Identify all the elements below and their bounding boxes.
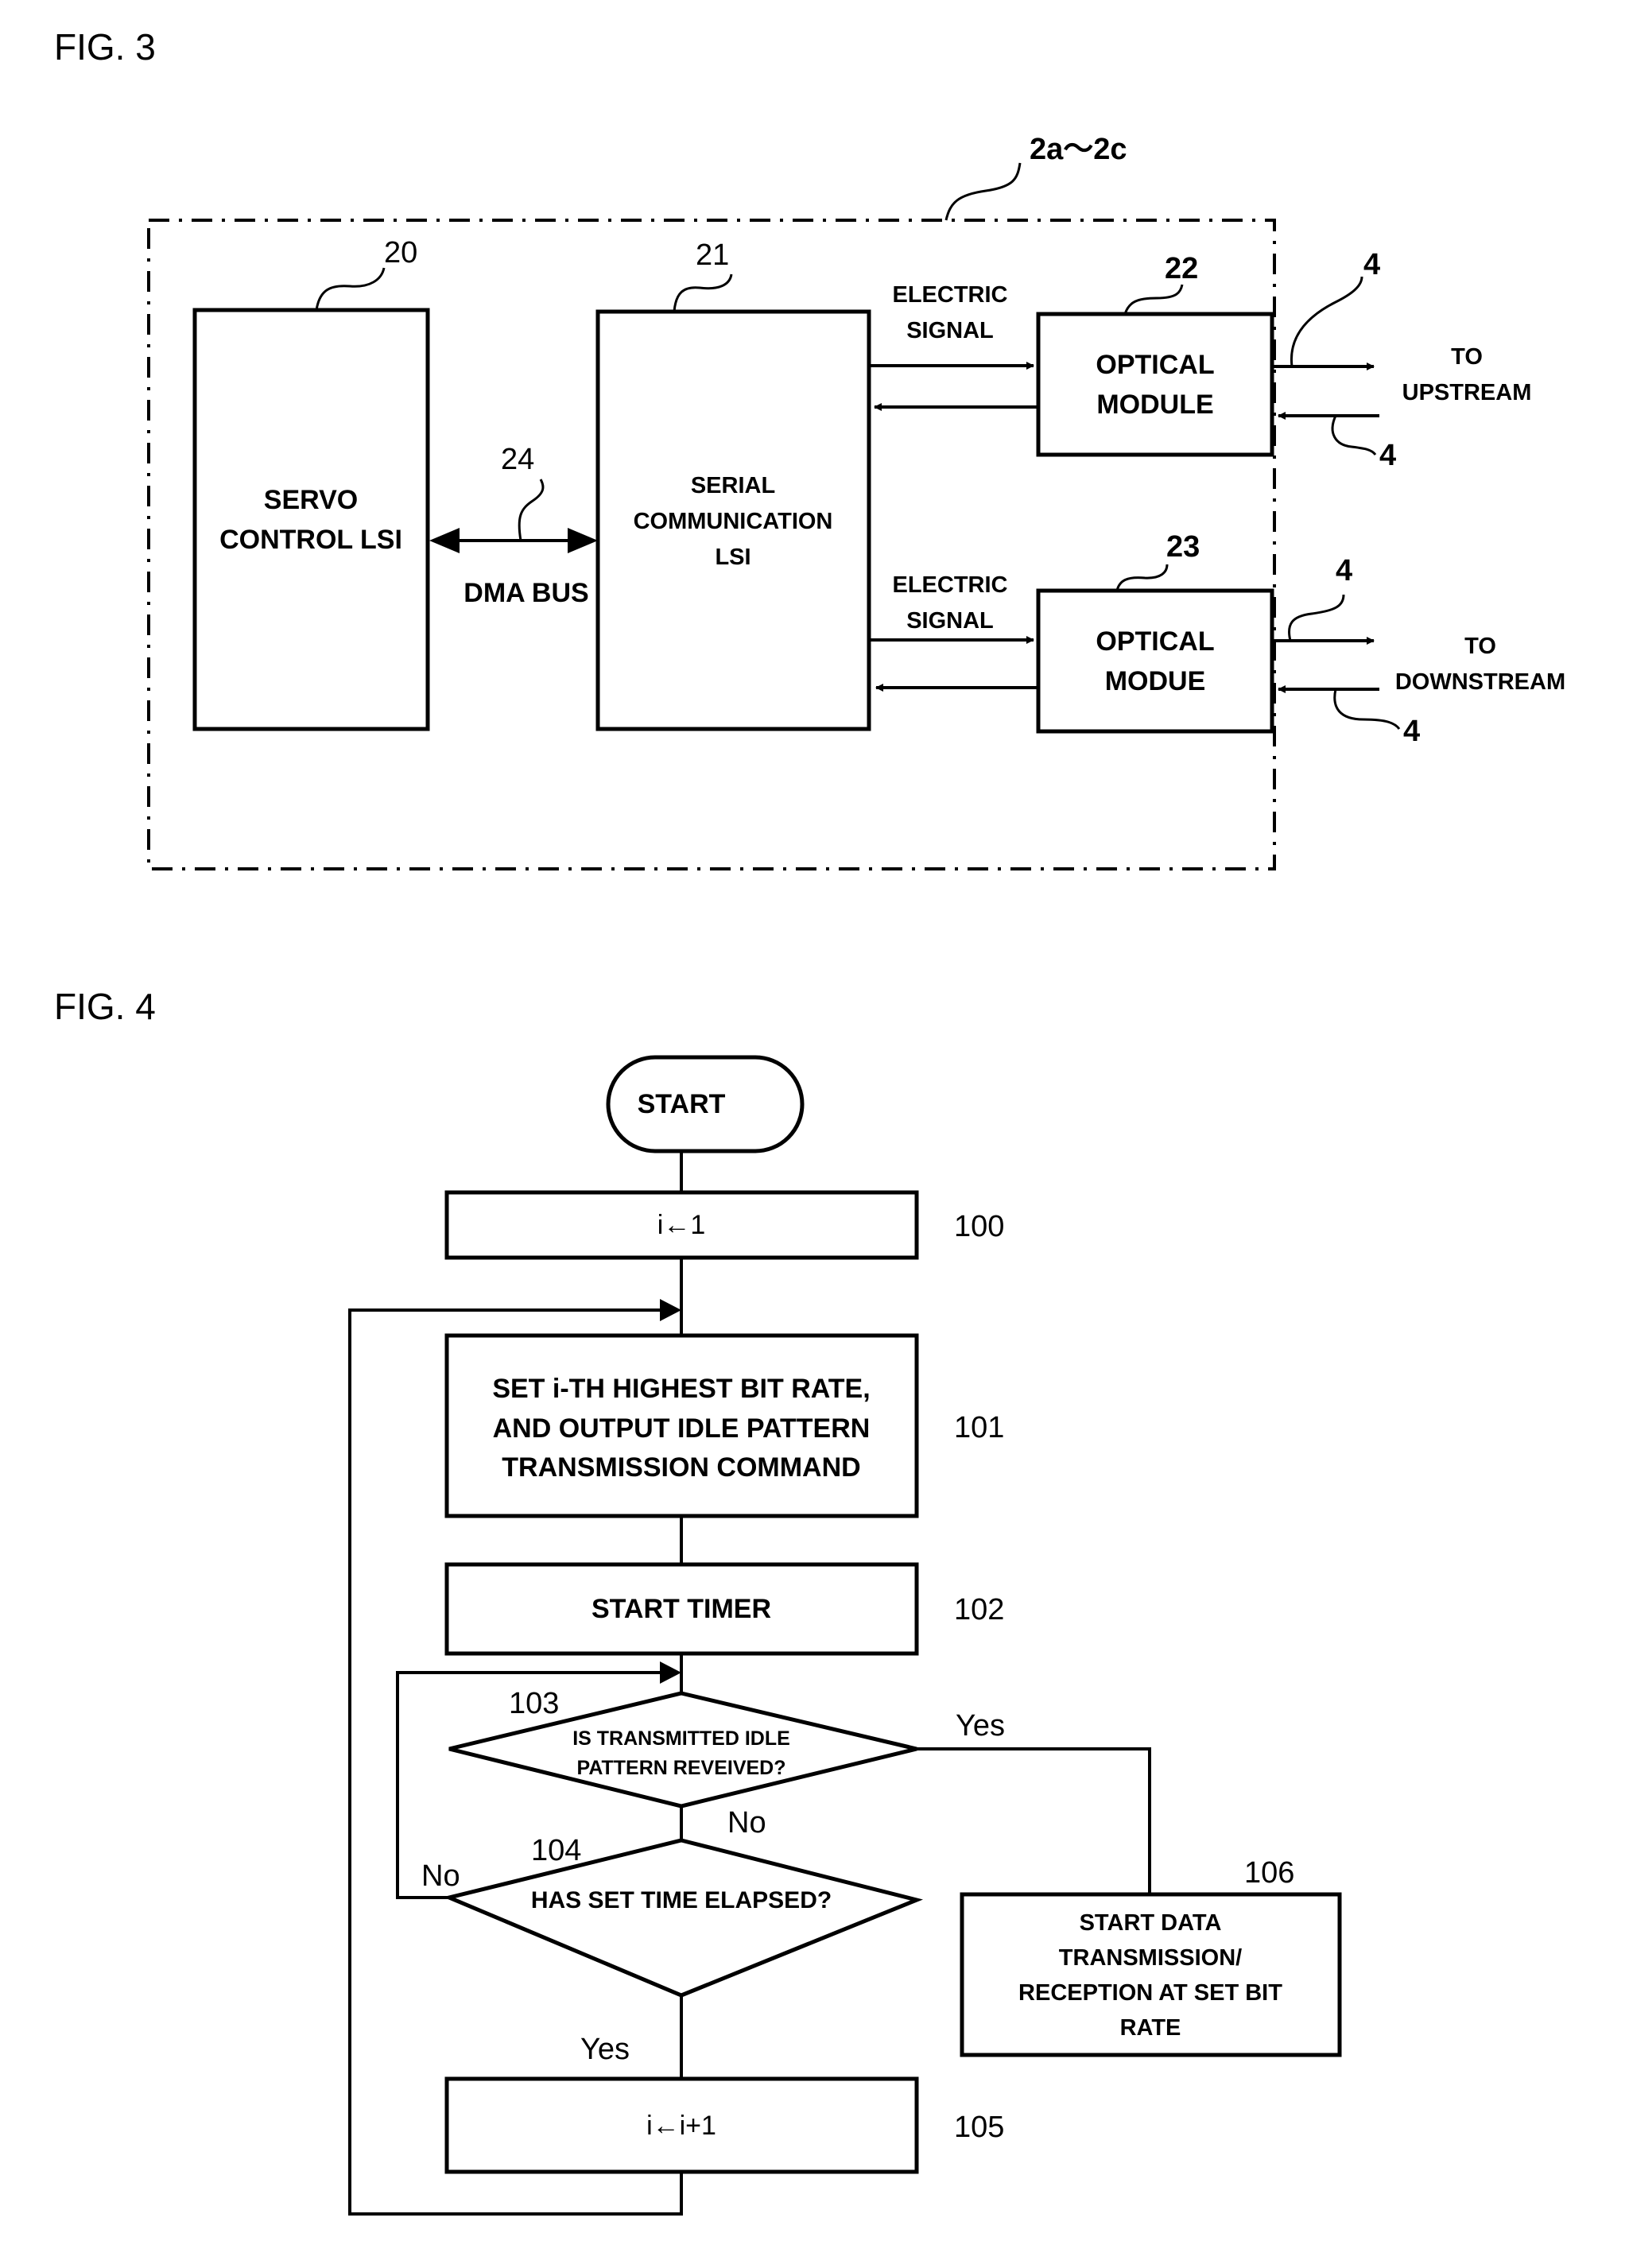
signal-up-label-line1: ELECTRIC <box>893 282 1008 308</box>
loop-arrow-103-icon <box>660 1661 681 1684</box>
decision-103-line2: PATTERN REVEIVED? <box>577 1757 786 1779</box>
step-102-ref: 102 <box>954 1593 1004 1626</box>
fiber-down-out-ref: 4 <box>1336 554 1352 587</box>
step-106-line1: START DATA <box>1080 1910 1222 1936</box>
fiber-up-out-ref: 4 <box>1363 248 1380 281</box>
step-101-ref: 101 <box>954 1411 1004 1444</box>
step-102-text: START TIMER <box>591 1594 771 1624</box>
serial-leader-line <box>673 273 733 312</box>
step-101-line3: TRANSMISSION COMMAND <box>502 1452 860 1483</box>
downstream-label-line1: TO <box>1464 634 1496 659</box>
decision-104-text: HAS SET TIME ELAPSED? <box>531 1887 832 1913</box>
optical-up-label-line2: MODULE <box>1096 390 1213 420</box>
decision-103-ref: 103 <box>509 1687 559 1720</box>
optical-down-label-line1: OPTICAL <box>1096 626 1214 657</box>
loop-arrow-101-icon <box>660 1299 681 1321</box>
step-101-line2: AND OUTPUT IDLE PATTERN <box>493 1413 871 1444</box>
decision-104-ref: 104 <box>531 1834 581 1867</box>
step-105-ref: 105 <box>954 2111 1004 2144</box>
optical-up-ref: 22 <box>1165 252 1198 285</box>
step-100-text: i←1 <box>657 1210 705 1240</box>
branch-103-no-label: No <box>727 1806 766 1840</box>
fiber-up-in-leader-line <box>1331 415 1377 456</box>
decision-104-diamond <box>443 1838 924 1998</box>
enclosure-ref: 2a～2c <box>1030 133 1127 166</box>
fiber-up-out-leader-line <box>1290 276 1363 367</box>
step-105-text: i←i+1 <box>646 2111 716 2141</box>
bus-ref: 24 <box>501 443 534 476</box>
optical-up-leader-line <box>1123 284 1184 315</box>
fiber-up-in-ref: 4 <box>1379 439 1396 472</box>
step-100-ref: 100 <box>954 1210 1004 1243</box>
signal-down-label-line2: SIGNAL <box>906 608 994 634</box>
branch-104-yes-label: Yes <box>580 2033 630 2066</box>
servo-control-lsi-box <box>192 308 430 731</box>
optical-up-label-line1: OPTICAL <box>1096 350 1214 380</box>
servo-label-line2: CONTROL LSI <box>219 525 402 555</box>
serial-label-line1: SERIAL <box>691 473 775 498</box>
signal-down-label-line1: ELECTRIC <box>893 572 1008 598</box>
upstream-label-line1: TO <box>1451 344 1483 370</box>
step-101-line1: SET i-TH HIGHEST BIT RATE, <box>492 1374 870 1404</box>
servo-ref: 20 <box>384 236 417 269</box>
branch-103-yes-label: Yes <box>956 1709 1005 1743</box>
fiber-down-in-ref: 4 <box>1403 715 1420 748</box>
start-label: START <box>638 1089 726 1119</box>
patent-figure-sheet: FIG. 3 2a～2c 20 SERVO CONTROL LSI 24 DMA… <box>54 26 1565 2216</box>
decision-103-line1: IS TRANSMITTED IDLE <box>572 1727 790 1750</box>
optical-down-ref: 23 <box>1166 530 1200 564</box>
step-106-line4: RATE <box>1120 2015 1181 2041</box>
bus-leader-line <box>518 479 545 541</box>
downstream-label-line2: DOWNSTREAM <box>1395 669 1565 695</box>
step-106-line2: TRANSMISSION/ <box>1059 1945 1242 1971</box>
step-106-ref: 106 <box>1244 1856 1294 1890</box>
optical-module-upstream-box <box>1036 312 1274 457</box>
servo-leader-line <box>315 267 386 311</box>
optical-down-label-line2: MODUE <box>1105 666 1206 696</box>
upstream-label-line2: UPSTREAM <box>1402 380 1532 405</box>
serial-label-line3: LSI <box>715 545 751 570</box>
optical-module-downstream-box <box>1036 588 1274 734</box>
branch-103-yes-line <box>917 1747 1151 1894</box>
fig3-block-diagram: FIG. 3 2a～2c 20 SERVO CONTROL LSI 24 DMA… <box>54 26 1565 870</box>
servo-label-line1: SERVO <box>264 485 358 515</box>
signal-up-label-line2: SIGNAL <box>906 318 994 343</box>
enclosure-leader-line <box>944 162 1022 221</box>
fiber-down-out-leader-line <box>1288 594 1345 642</box>
optical-down-leader-line <box>1115 564 1169 591</box>
dma-bus-arrow-left-icon <box>429 528 460 553</box>
branch-104-no-label: No <box>421 1859 460 1893</box>
fig4-title: FIG. 4 <box>54 986 156 1027</box>
fig3-title: FIG. 3 <box>54 26 156 68</box>
serial-ref: 21 <box>696 238 729 272</box>
dma-bus-arrow-right-icon <box>568 528 598 553</box>
step-106-line3: RECEPTION AT SET BIT <box>1018 1980 1282 2006</box>
dma-bus-label: DMA BUS <box>463 578 588 608</box>
serial-label-line2: COMMUNICATION <box>634 509 833 534</box>
fig4-flowchart: FIG. 4 START i←1 100 SET i-TH HIGHEST BI… <box>54 986 1342 2216</box>
fiber-down-in-leader-line <box>1333 688 1401 730</box>
